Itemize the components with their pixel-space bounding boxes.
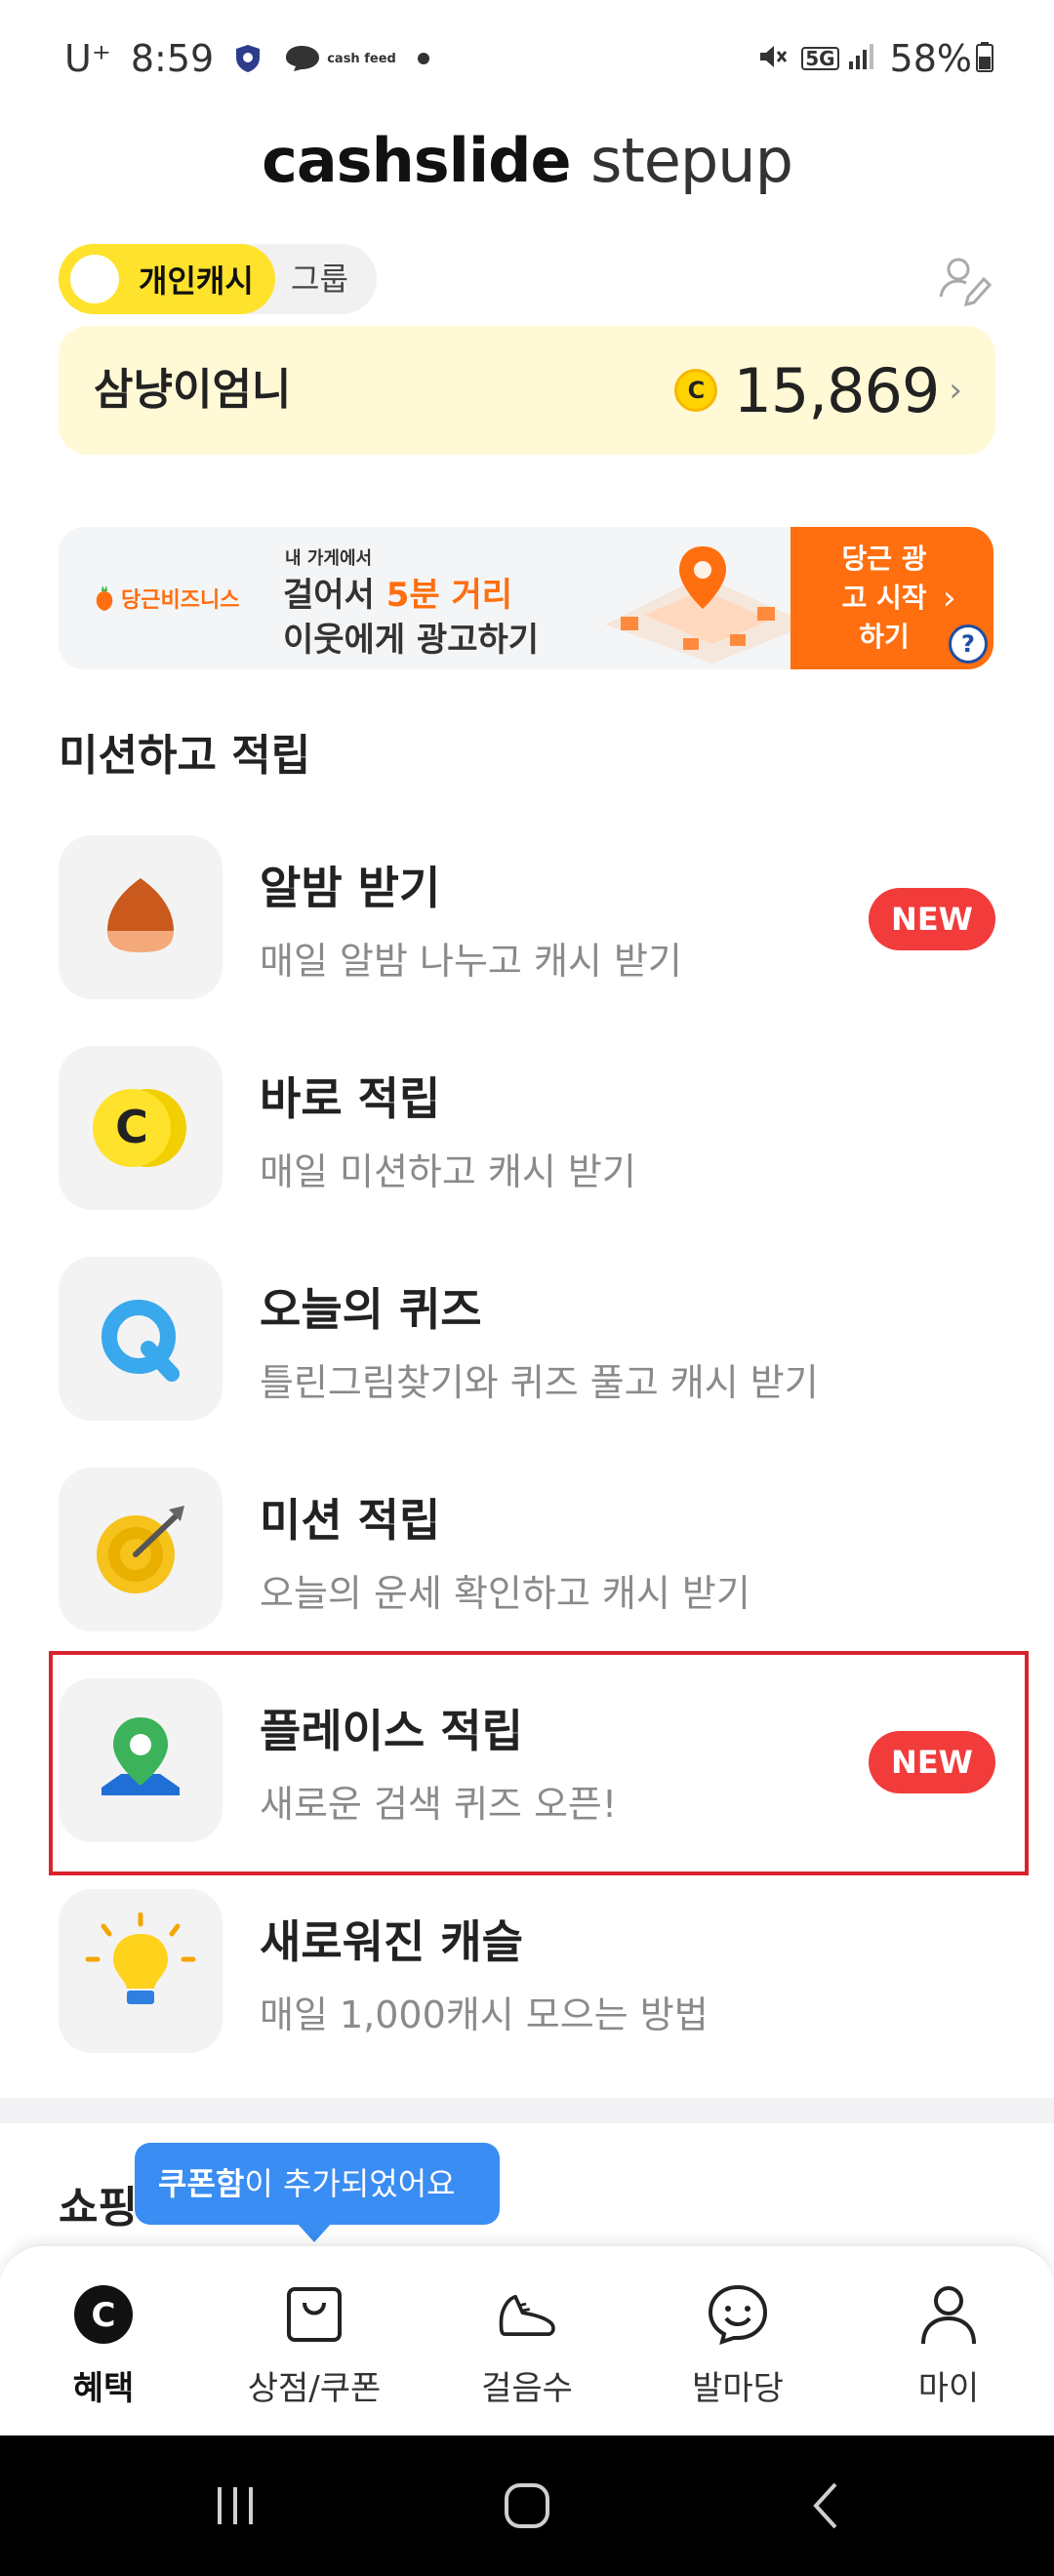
- ad-headline-accent: 5분 거리: [385, 576, 513, 615]
- quiz-q-icon: [101, 1300, 180, 1382]
- nav-label: 상점/쿠폰: [247, 2369, 382, 2408]
- status-right: 5G 58%: [756, 35, 993, 82]
- mission-subtitle: 매일 알밤 나누고 캐시 받기: [260, 940, 682, 983]
- app-screen: U⁺ 8:59 cash feed 5G 58% cashslide stepu…: [0, 0, 1054, 2576]
- highlight-box: [49, 1651, 1029, 1875]
- tooltip-arrow: [297, 2223, 332, 2242]
- tooltip-text: 이 추가되었어요: [244, 2165, 456, 2202]
- network-5g-label: 5G: [801, 47, 839, 70]
- ad-brand-label: 당근비즈니스: [121, 588, 240, 613]
- system-nav-bar: [0, 2435, 1054, 2576]
- ad-subheadline: 이웃에게 광고하기: [283, 621, 540, 660]
- cash-mode-toggle[interactable]: 개인캐시 그룹: [59, 244, 377, 314]
- tooltip-strong-text: 쿠폰함: [158, 2165, 245, 2202]
- back-icon[interactable]: [787, 2471, 865, 2541]
- mission-title: 미션 적립: [260, 1494, 441, 1547]
- chestnut-icon: [107, 878, 174, 952]
- clock: 8:59: [130, 37, 215, 80]
- carrot-icon: [96, 585, 113, 611]
- nav-label: 마이: [917, 2369, 980, 2408]
- ad-headline-prefix: 걸어서: [283, 576, 386, 615]
- nav-label: 발마당: [692, 2369, 784, 2408]
- app-title-main: cashslide: [262, 125, 571, 196]
- sneaker-icon: [496, 2283, 558, 2346]
- chevron-right-icon: ›: [943, 579, 956, 618]
- ad-help-icon[interactable]: ?: [949, 624, 988, 664]
- mission-title: 오늘의 퀴즈: [260, 1283, 482, 1336]
- mission-item-quiz[interactable]: 오늘의 퀴즈 틀린그림찾기와 퀴즈 풀고 캐시 받기: [59, 1257, 995, 1423]
- shield-icon: [233, 43, 263, 74]
- mission-item-castle[interactable]: 새로워진 캐슬 매일 1,000캐시 모으는 방법: [59, 1889, 995, 2055]
- nav-my[interactable]: 마이: [851, 2246, 1046, 2437]
- notification-dot: [417, 53, 429, 64]
- profile-edit-icon[interactable]: [935, 250, 993, 308]
- coin-c-icon: C: [72, 2283, 135, 2346]
- cashfeed-icon: cash feed: [282, 44, 396, 73]
- chat-smile-icon: [707, 2283, 769, 2346]
- cashfeed-label: cash feed: [327, 51, 396, 66]
- mission-item-mission[interactable]: 미션 적립 오늘의 운세 확인하고 캐시 받기: [59, 1468, 995, 1633]
- nav-label: 혜택: [72, 2369, 135, 2408]
- battery-percent: 58%: [889, 37, 972, 80]
- shopping-section-title: 쇼핑: [59, 2183, 138, 2233]
- battery-icon: [976, 41, 993, 76]
- ad-cta-label: 당근 광고 시작하기: [841, 543, 927, 653]
- nav-label: 걸음수: [481, 2369, 573, 2408]
- coupon-box-tooltip[interactable]: 쿠폰함이 추가되었어요: [135, 2143, 500, 2225]
- mission-icon-box: [59, 1889, 223, 2053]
- mission-title: 새로워진 캐슬: [260, 1915, 523, 1968]
- home-icon[interactable]: [488, 2471, 566, 2541]
- nav-steps[interactable]: 걸음수: [429, 2246, 625, 2437]
- mission-icon-box: [59, 835, 223, 999]
- nav-community[interactable]: 발마당: [640, 2246, 835, 2437]
- cash-balance: 15,869: [733, 354, 940, 426]
- mission-icon-box: [59, 1468, 223, 1631]
- mission-item-instant[interactable]: C 바로 적립 매일 미션하고 캐시 받기: [59, 1046, 995, 1212]
- balance-card[interactable]: 삼냥이엄니 C 15,869 ›: [59, 326, 995, 455]
- mission-title: 알밤 받기: [260, 862, 441, 914]
- svg-text:C: C: [115, 1101, 148, 1153]
- mission-item-chestnut[interactable]: 알밤 받기 매일 알밤 나누고 캐시 받기 NEW: [59, 835, 995, 1001]
- mute-icon: [756, 41, 788, 76]
- balance-amount-group: C 15,869 ›: [674, 326, 962, 455]
- target-arrow-icon: [97, 1506, 184, 1593]
- shopping-bag-icon: [283, 2283, 345, 2346]
- status-left: U⁺ 8:59 cash feed: [64, 35, 429, 82]
- mission-subtitle: 매일 미션하고 캐시 받기: [260, 1150, 636, 1193]
- user-nickname: 삼냥이엄니: [94, 365, 292, 415]
- mission-icon-box: C: [59, 1046, 223, 1210]
- carrier-label: U⁺: [64, 37, 111, 80]
- ad-brand: 당근비즈니스: [94, 527, 239, 669]
- lightbulb-icon: [85, 1912, 196, 2004]
- mission-subtitle: 틀린그림찾기와 퀴즈 풀고 캐시 받기: [260, 1361, 819, 1404]
- status-bar: U⁺ 8:59 cash feed 5G 58%: [0, 0, 1054, 115]
- chevron-right-icon: ›: [949, 371, 962, 410]
- nav-benefits[interactable]: C 혜택: [6, 2246, 201, 2437]
- ad-eyebrow: 내 가게에서: [285, 548, 373, 569]
- bottom-nav: C 혜택 상점/쿠폰 걸음수 발마당 마이: [0, 2244, 1054, 2435]
- signal-icon: [847, 42, 876, 75]
- personal-cash-tab[interactable]: 개인캐시: [59, 244, 275, 314]
- app-title: cashslide stepup: [0, 125, 1054, 196]
- mission-icon-box: [59, 1257, 223, 1421]
- coin-c-icon: C: [93, 1089, 186, 1167]
- mission-subtitle: 매일 1,000캐시 모으는 방법: [260, 1993, 709, 2036]
- mission-subtitle: 오늘의 운세 확인하고 캐시 받기: [260, 1572, 750, 1615]
- coin-icon: C: [674, 369, 718, 412]
- map-pin-illustration: [605, 546, 810, 664]
- ad-banner[interactable]: 당근비즈니스 내 가게에서 걸어서 5분 거리 이웃에게 광고하기 당근 광고 …: [59, 527, 993, 669]
- personal-cash-label: 개인캐시: [139, 262, 254, 300]
- person-icon: [917, 2283, 980, 2346]
- recent-apps-icon[interactable]: [197, 2471, 275, 2541]
- nav-store-coupon[interactable]: 상점/쿠폰: [217, 2246, 412, 2437]
- app-title-sub: stepup: [590, 125, 793, 196]
- toggle-knob: [70, 255, 119, 303]
- new-badge: NEW: [869, 888, 995, 950]
- group-tab[interactable]: 그룹: [291, 244, 348, 314]
- mission-title: 바로 적립: [260, 1072, 441, 1125]
- missions-section-title: 미션하고 적립: [59, 731, 311, 781]
- ad-headline: 걸어서 5분 거리: [283, 568, 512, 616]
- section-divider: [0, 2098, 1054, 2123]
- svg-text:C: C: [92, 2296, 116, 2335]
